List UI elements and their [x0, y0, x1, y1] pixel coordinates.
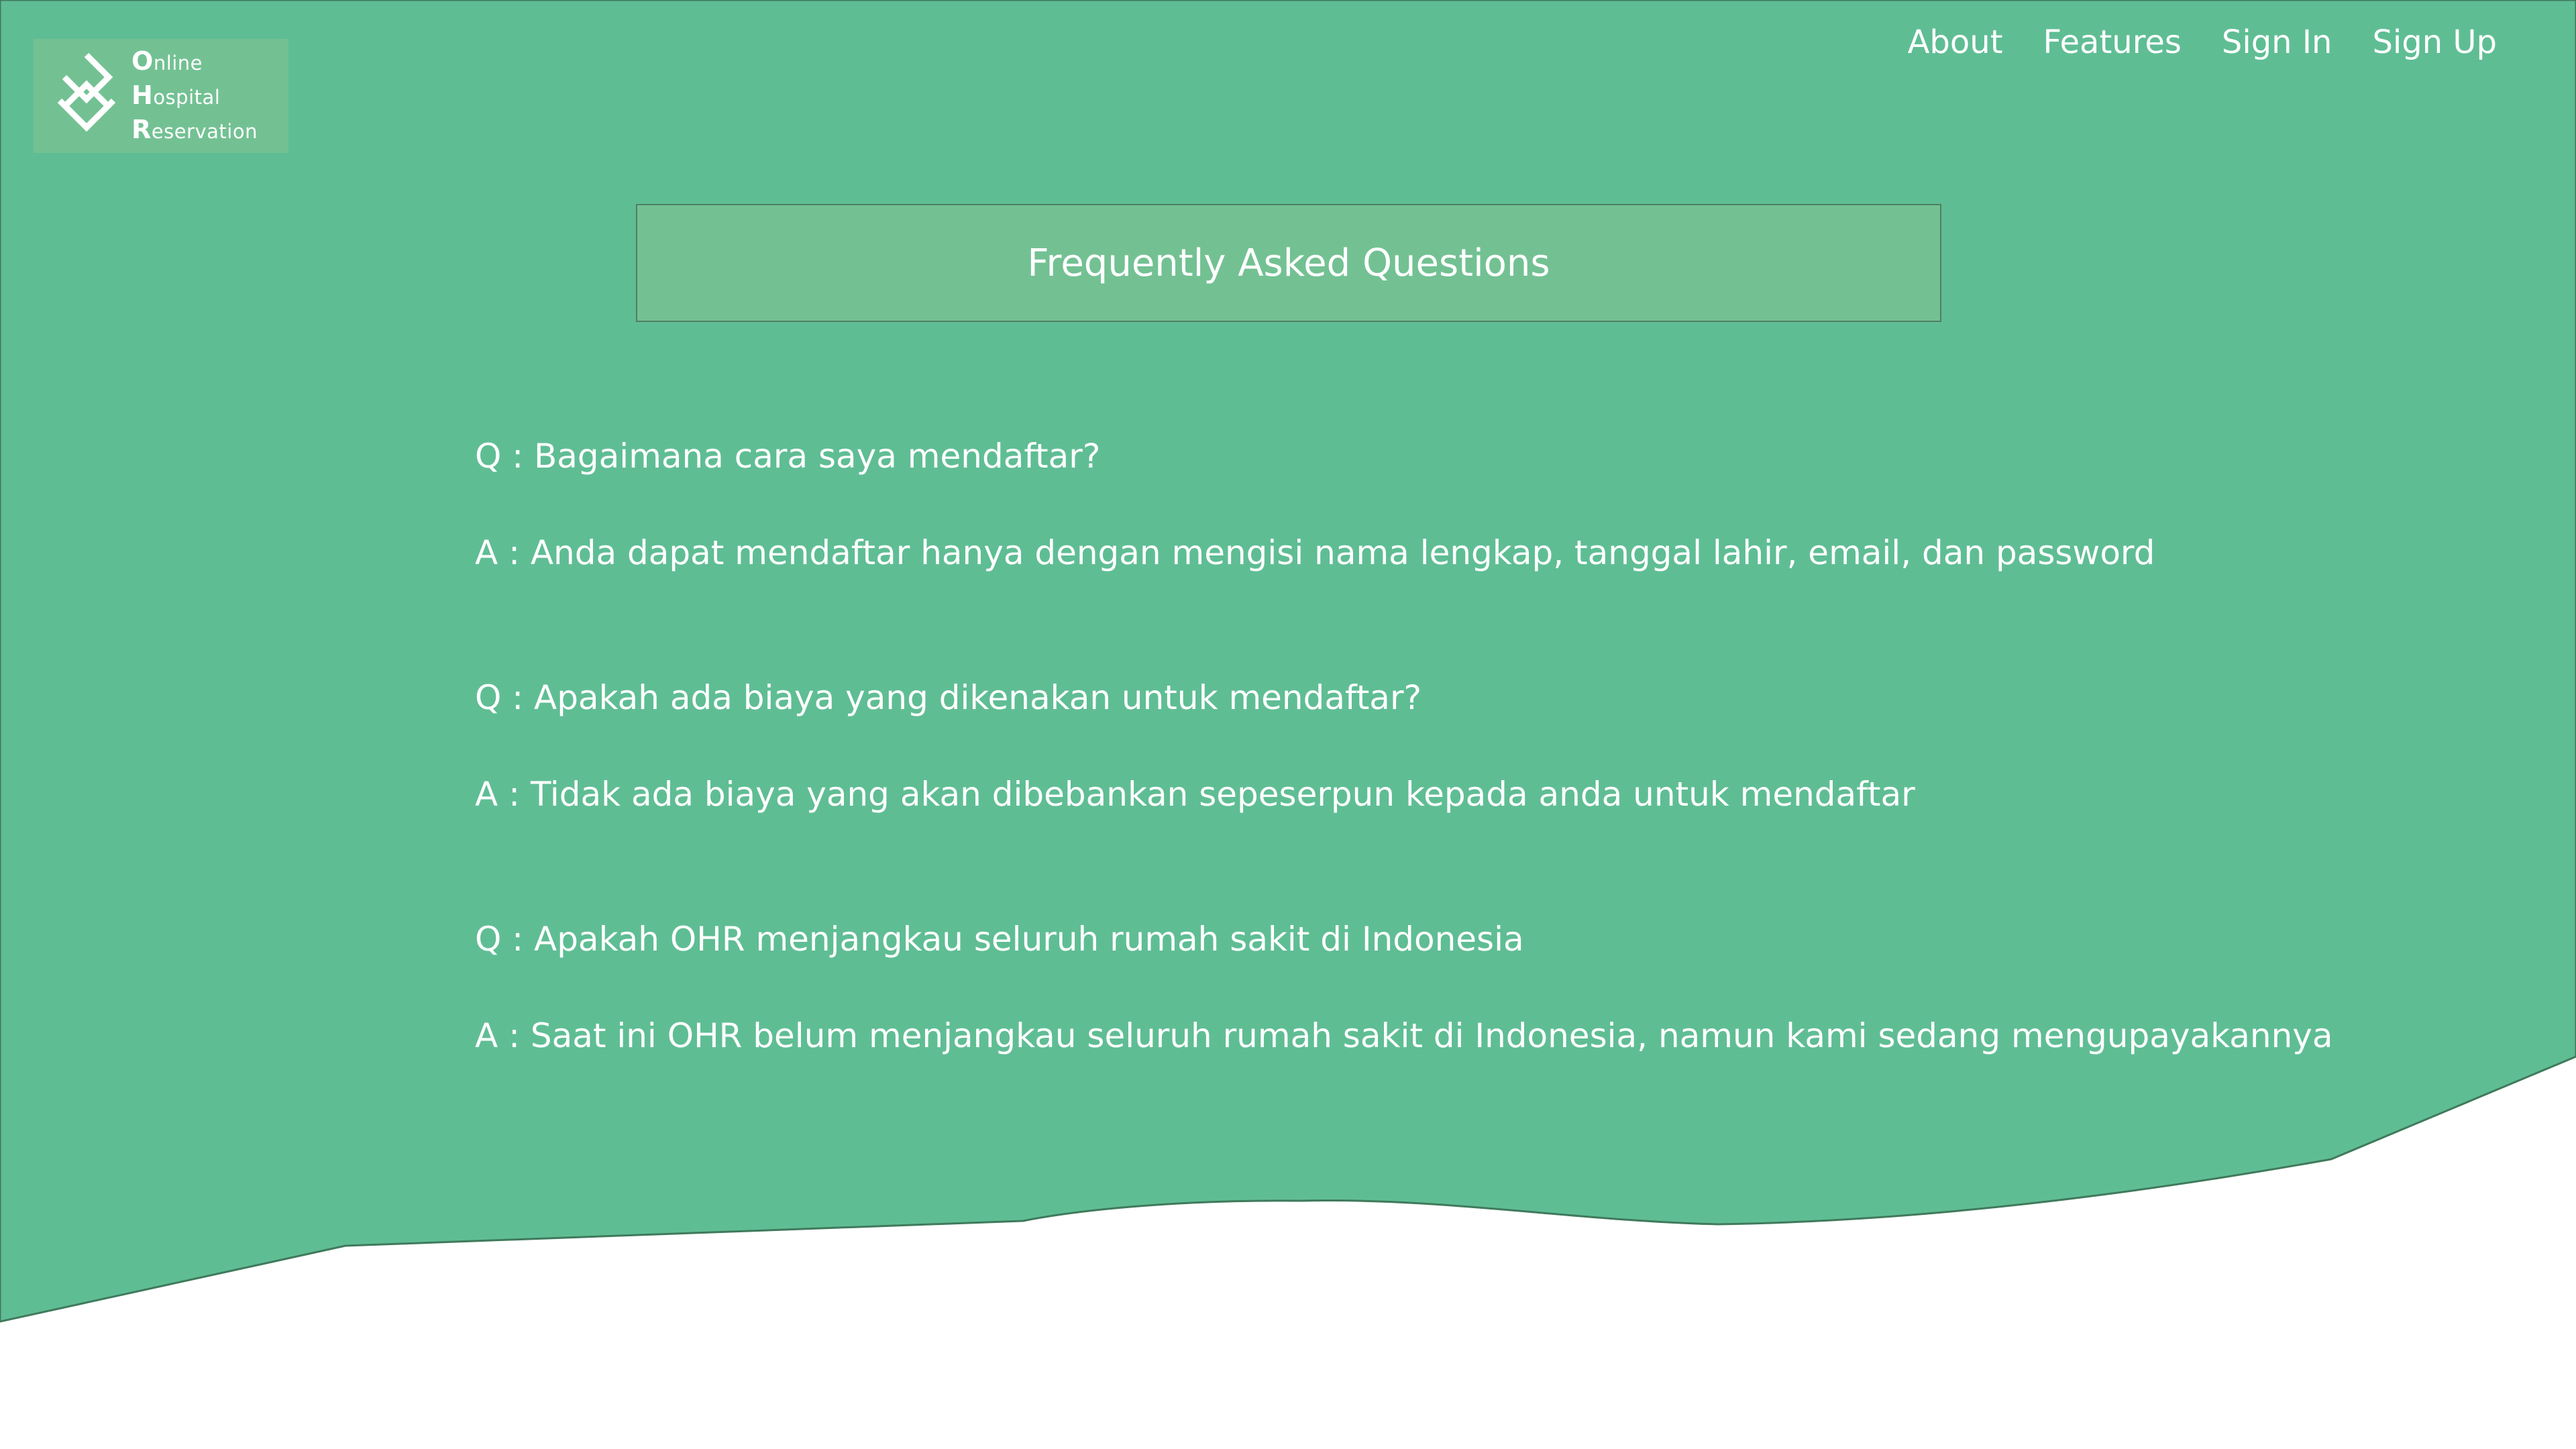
faq-question: Q : Bagaimana cara saya mendaftar? — [475, 437, 1101, 476]
faq-item: Q : Apakah ada biaya yang dikenakan untu… — [475, 671, 2487, 912]
faq-question: Q : Apakah ada biaya yang dikenakan untu… — [475, 678, 1422, 717]
nav-link-features[interactable]: Features — [2043, 19, 2182, 66]
nav-link-about[interactable]: About — [1908, 19, 2003, 66]
nav-link-sign-in[interactable]: Sign In — [2222, 19, 2332, 66]
app-logo[interactable]: Online Hospital Reservation — [34, 39, 288, 153]
faq-question: Q : Apakah OHR menjangkau seluruh rumah … — [475, 920, 1524, 959]
logo-line-hospital: Hospital — [131, 80, 221, 110]
page-title: Frequently Asked Questions — [1027, 241, 1550, 285]
faq-title-box: Frequently Asked Questions — [636, 204, 1941, 322]
logo-line-online: Online — [131, 46, 203, 76]
page: Online Hospital Reservation About Featur… — [0, 0, 2576, 1449]
faq-list: Q : Bagaimana cara saya mendaftar? A : A… — [475, 429, 2487, 1154]
top-navigation: About Features Sign In Sign Up — [1908, 19, 2497, 66]
faq-answer: A : Saat ini OHR belum menjangkau seluru… — [475, 1016, 2333, 1055]
faq-item: Q : Apakah OHR menjangkau seluruh rumah … — [475, 912, 2487, 1154]
faq-answer: A : Tidak ada biaya yang akan dibebankan… — [475, 775, 1915, 814]
logo-line-reservation: Reservation — [131, 114, 258, 144]
logo-text: Online Hospital Reservation — [131, 45, 258, 148]
faq-answer: A : Anda dapat mendaftar hanya dengan me… — [475, 533, 2155, 572]
faq-item: Q : Bagaimana cara saya mendaftar? A : A… — [475, 429, 2487, 671]
diamond-chevron-logo-icon — [57, 52, 116, 132]
nav-link-sign-up[interactable]: Sign Up — [2372, 19, 2497, 66]
